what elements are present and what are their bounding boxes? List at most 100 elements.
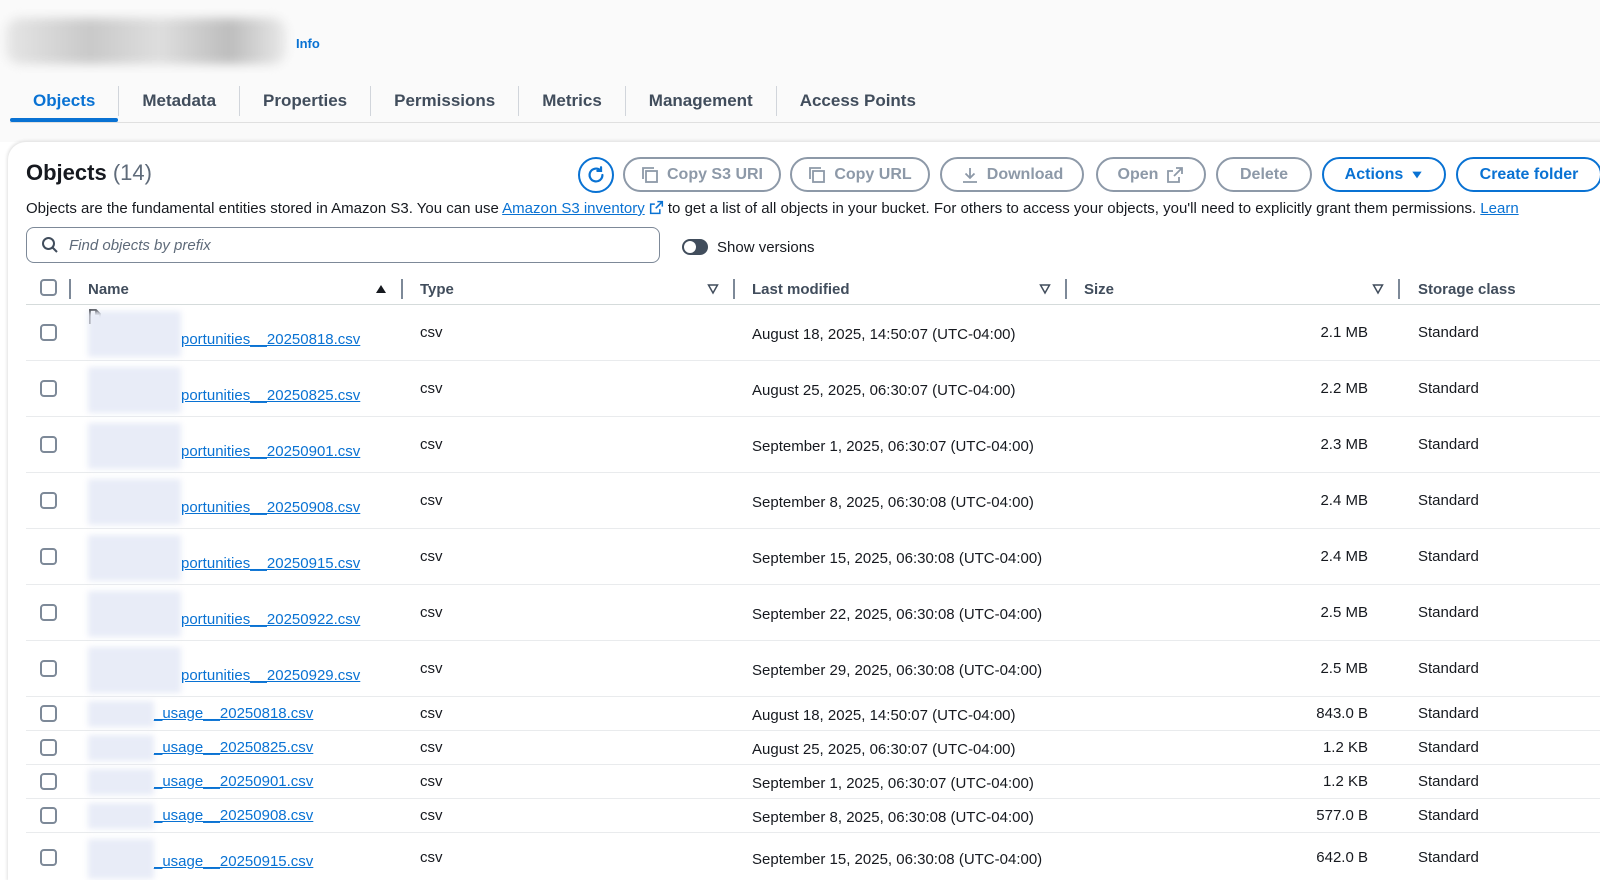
row-checkbox[interactable] [40, 660, 57, 677]
object-size: 2.3 MB [1320, 436, 1368, 453]
object-name-link[interactable]: _usage__20250825.csv [154, 739, 313, 756]
object-type: csv [420, 660, 443, 677]
redacted-name-prefix [88, 479, 181, 525]
table-row[interactable]: portunities__20250908.csv csv September 8,… [26, 473, 1600, 529]
row-checkbox[interactable] [40, 807, 57, 824]
row-checkbox[interactable] [40, 380, 57, 397]
description-text-start: Objects are the fundamental entities sto… [26, 200, 503, 217]
object-name-link[interactable]: _usage__20250915.csv [154, 853, 313, 870]
table-row[interactable]: _usage__20250901.csv csv September 1, 2025… [26, 765, 1600, 799]
table-row[interactable]: _usage__20250825.csv csv August 25, 2025, … [26, 731, 1600, 765]
download-icon [962, 167, 977, 183]
delete-label: Delete [1239, 165, 1289, 183]
tab-properties[interactable]: Properties [240, 80, 370, 122]
select-all-checkbox[interactable] [40, 279, 57, 296]
tab-metadata[interactable]: Metadata [119, 80, 239, 122]
table-row[interactable]: portunities__20250825.csv csv August 25, 2… [26, 361, 1600, 417]
object-size: 642.0 B [1316, 849, 1368, 866]
sort-ascending-icon[interactable] [375, 283, 387, 295]
tab-access-points[interactable]: Access Points [777, 80, 939, 122]
object-name-link[interactable]: portunities__20250908.csv [181, 499, 360, 516]
object-name-link[interactable]: portunities__20250929.csv [181, 667, 360, 684]
row-checkbox[interactable] [40, 739, 57, 756]
object-type: csv [420, 380, 443, 397]
object-last-modified: September 8, 2025, 06:30:08 (UTC-04:00) [752, 494, 1034, 511]
copy-s3-uri-label: Copy S3 URI [666, 165, 763, 183]
object-type: csv [420, 548, 443, 565]
object-size: 2.2 MB [1320, 380, 1368, 397]
object-storage-class: Standard [1418, 436, 1479, 453]
object-name-link[interactable]: portunities__20250922.csv [181, 611, 360, 628]
row-checkbox[interactable] [40, 324, 57, 341]
object-storage-class: Standard [1418, 604, 1479, 621]
object-size: 577.0 B [1316, 807, 1368, 824]
tab-metrics[interactable]: Metrics [519, 80, 625, 122]
object-type: csv [420, 492, 443, 509]
object-storage-class: Standard [1418, 324, 1479, 341]
external-link-icon [649, 200, 663, 215]
object-name-link[interactable]: _usage__20250818.csv [154, 705, 313, 722]
object-size: 2.5 MB [1320, 604, 1368, 621]
actions-dropdown[interactable]: Actions [1322, 157, 1446, 192]
copy-url-label: Copy URL [834, 165, 912, 183]
copy-s3-uri-button[interactable]: Copy S3 URI [623, 157, 781, 192]
redacted-name-prefix [88, 591, 181, 637]
object-name-link[interactable]: _usage__20250908.csv [154, 807, 313, 824]
table-row[interactable]: portunities__20250929.csv csv September 29… [26, 641, 1600, 697]
object-last-modified: September 1, 2025, 06:30:07 (UTC-04:00) [752, 438, 1034, 455]
s3-inventory-link[interactable]: Amazon S3 inventory [502, 200, 645, 217]
redacted-name-prefix [88, 735, 154, 761]
object-name-link[interactable]: portunities__20250818.csv [181, 331, 360, 348]
table-row[interactable]: _usage__20250915.csv csv September 15, 202… [26, 833, 1600, 880]
open-button[interactable]: Open [1096, 157, 1206, 192]
object-size: 1.2 KB [1322, 773, 1368, 790]
create-folder-button[interactable]: Create folder [1456, 157, 1600, 192]
row-checkbox[interactable] [40, 705, 57, 722]
row-checkbox[interactable] [40, 604, 57, 621]
refresh-button[interactable] [578, 157, 614, 193]
table-row[interactable]: portunities__20250818.csv csv August 18, 2… [26, 305, 1600, 361]
delete-button[interactable]: Delete [1216, 157, 1312, 192]
table-row[interactable]: portunities__20250915.csv csv September 15… [26, 529, 1600, 585]
download-button[interactable]: Download [940, 157, 1084, 192]
info-link[interactable]: Info [296, 36, 320, 51]
row-checkbox[interactable] [40, 773, 57, 790]
object-last-modified: August 25, 2025, 06:30:07 (UTC-04:00) [752, 741, 1016, 758]
table-row[interactable]: _usage__20250818.csv csv August 18, 2025, … [26, 697, 1600, 731]
copy-url-button[interactable]: Copy URL [790, 157, 930, 192]
row-checkbox[interactable] [40, 548, 57, 565]
object-name-link[interactable]: portunities__20250825.csv [181, 387, 360, 404]
tab-permissions[interactable]: Permissions [371, 80, 518, 122]
object-type: csv [420, 773, 443, 790]
tab-bar: Objects Metadata Properties Permissions … [10, 80, 939, 122]
column-header-storage-class[interactable]: Storage class [1418, 273, 1516, 305]
table-row[interactable]: portunities__20250922.csv csv September 22… [26, 585, 1600, 641]
object-storage-class: Standard [1418, 380, 1479, 397]
redacted-name-prefix [88, 803, 154, 829]
redacted-name-prefix [88, 647, 181, 693]
object-name-link[interactable]: portunities__20250915.csv [181, 555, 360, 572]
sort-icon[interactable] [707, 283, 719, 295]
prefix-search[interactable] [26, 227, 660, 263]
column-header-size[interactable]: Size [1084, 273, 1114, 305]
column-header-last-modified[interactable]: Last modified [752, 273, 850, 305]
tab-management[interactable]: Management [626, 80, 776, 122]
column-divider [1398, 279, 1400, 299]
table-row[interactable]: _usage__20250908.csv csv September 8, 2025… [26, 799, 1600, 833]
sort-icon[interactable] [1039, 283, 1051, 295]
show-versions-toggle[interactable] [682, 239, 708, 255]
search-input[interactable] [69, 236, 629, 254]
table-row[interactable]: portunities__20250901.csv csv September 1,… [26, 417, 1600, 473]
object-name-link[interactable]: portunities__20250901.csv [181, 443, 360, 460]
column-header-name[interactable]: Name [88, 273, 129, 305]
tab-objects[interactable]: Objects [10, 80, 119, 122]
object-name-link[interactable]: _usage__20250901.csv [154, 773, 313, 790]
row-checkbox[interactable] [40, 492, 57, 509]
sort-icon[interactable] [1372, 283, 1384, 295]
download-label: Download [986, 165, 1064, 183]
actions-label: Actions [1344, 165, 1404, 183]
row-checkbox[interactable] [40, 436, 57, 453]
row-checkbox[interactable] [40, 849, 57, 866]
learn-more-link[interactable]: Learn [1480, 200, 1518, 217]
column-header-type[interactable]: Type [420, 273, 454, 305]
